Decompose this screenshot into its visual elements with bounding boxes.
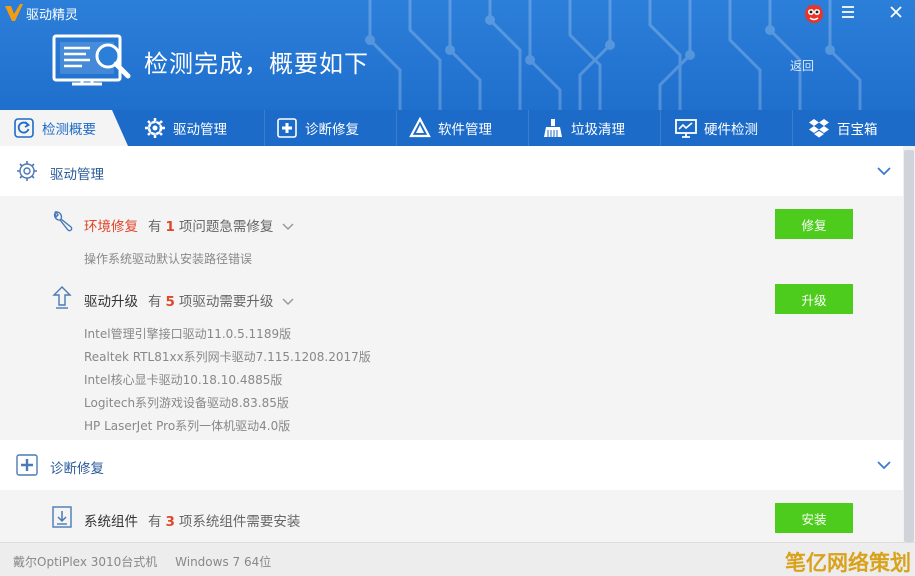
- env-repair-title: 环境修复有 1 项问题急需修复: [84, 215, 295, 235]
- count-prefix: 有: [148, 219, 162, 235]
- page-headline: 检测完成，概要如下: [144, 50, 369, 78]
- upgrade-arrow-icon: [52, 286, 72, 309]
- refresh-icon: [14, 118, 34, 138]
- section-title: 诊断修复: [50, 461, 104, 477]
- list-item: HP LaserJet Pro系列一体机驱动4.0版: [84, 419, 291, 433]
- back-link[interactable]: 返回: [790, 57, 814, 74]
- tab-divider: [528, 110, 529, 146]
- tab-divider: [660, 110, 661, 146]
- tab-driver-management[interactable]: 驱动管理: [144, 110, 227, 146]
- list-item: Realtek RTL81xx系列网卡驱动7.115.1208.2017版: [84, 350, 371, 364]
- system-components-label: 系统组件: [84, 514, 138, 530]
- watermark: 笔亿网络策划: [785, 551, 911, 575]
- gear-icon: [17, 161, 37, 181]
- chevron-down-icon[interactable]: [876, 458, 892, 472]
- count-prefix: 有: [148, 514, 162, 530]
- tab-label: 软件管理: [438, 122, 492, 138]
- close-icon[interactable]: [886, 2, 906, 22]
- list-item: Intel核心显卡驱动10.18.10.4885版: [84, 373, 283, 387]
- tab-divider: [264, 110, 265, 146]
- chevron-down-icon[interactable]: [876, 164, 892, 178]
- tab-label: 诊断修复: [305, 122, 359, 138]
- title-bar: 驱动精灵: [0, 0, 915, 26]
- tab-label: 硬件检测: [704, 122, 758, 138]
- monitor-chart-icon: [675, 119, 697, 138]
- chevron-down-icon[interactable]: [281, 297, 295, 307]
- list-item: Intel管理引擎接口驱动11.0.5.1189版: [84, 327, 292, 341]
- tab-label: 检测概要: [42, 122, 96, 138]
- env-repair-label: 环境修复: [84, 219, 138, 235]
- broom-icon: [544, 119, 562, 137]
- tab-toolbox[interactable]: 百宝箱: [808, 110, 878, 146]
- driver-upgrade-title: 驱动升级有 5 项驱动需要升级: [84, 290, 295, 310]
- tab-overview[interactable]: 检测概要: [0, 110, 128, 146]
- tab-label: 驱动管理: [173, 122, 227, 138]
- content-area: 驱动管理 环境修复有 1 项问题急需修复 操作系统驱动默认安装路径错误 修复 驱动升…: [0, 146, 903, 542]
- system-info: 戴尔OptiPlex 3010台式机 Windows 7 64位: [13, 553, 271, 570]
- header-banner: 驱动精灵 检测完成，概要如下 返回: [0, 0, 915, 110]
- status-bar: 戴尔OptiPlex 3010台式机 Windows 7 64位 笔亿网络策划: [0, 542, 915, 576]
- section-title: 驱动管理: [50, 167, 104, 183]
- menu-icon[interactable]: [838, 2, 858, 22]
- upgrade-count: 5: [165, 294, 175, 310]
- tab-divider: [792, 110, 793, 146]
- env-repair-detail: 操作系统驱动默认安装路径错误: [84, 252, 253, 266]
- medical-cross-icon: [277, 118, 297, 138]
- tab-hardware-detection[interactable]: 硬件检测: [675, 110, 758, 146]
- scrollbar[interactable]: [903, 146, 915, 542]
- count-prefix: 有: [148, 294, 162, 310]
- app-logo-icon: [5, 4, 23, 21]
- issue-count: 1: [165, 219, 175, 235]
- medical-cross-icon: [16, 454, 38, 476]
- component-count: 3: [165, 514, 175, 530]
- install-button[interactable]: 安装: [775, 503, 853, 533]
- driver-upgrade-label: 驱动升级: [84, 294, 138, 310]
- system-components-title: 系统组件有 3 项系统组件需要安装: [84, 510, 300, 530]
- repair-button[interactable]: 修复: [775, 209, 853, 239]
- tab-software-management[interactable]: 软件管理: [409, 110, 492, 146]
- scrollbar-thumb[interactable]: [904, 150, 914, 542]
- tab-divider: [396, 110, 397, 146]
- monitor-search-icon: [52, 34, 131, 86]
- dropbox-icon: [809, 119, 829, 138]
- gear-icon: [145, 118, 165, 138]
- section-header-driver-management[interactable]: 驱动管理: [0, 146, 903, 196]
- chevron-down-icon[interactable]: [281, 222, 295, 232]
- app-title: 驱动精灵: [26, 8, 79, 23]
- upgrade-button[interactable]: 升级: [775, 284, 853, 314]
- wrench-icon: [53, 210, 73, 232]
- tab-bar: 检测概要 驱动管理 诊断修复 软件管理 垃圾清理 硬件检测 百宝箱: [0, 110, 915, 146]
- machine-model: 戴尔OptiPlex 3010台式机: [13, 555, 158, 569]
- tab-label: 垃圾清理: [571, 122, 625, 138]
- os-version: Windows 7 64位: [175, 555, 272, 569]
- triangle-logo-icon: [409, 117, 431, 138]
- count-suffix: 项问题急需修复: [178, 219, 274, 235]
- tab-label: 百宝箱: [837, 122, 878, 138]
- section-header-diagnose-repair[interactable]: 诊断修复: [0, 440, 903, 490]
- mascot-icon[interactable]: [803, 1, 825, 25]
- list-item: Logitech系列游戏设备驱动8.83.85版: [84, 396, 289, 410]
- count-suffix: 项驱动需要升级: [178, 294, 274, 310]
- tab-junk-cleanup[interactable]: 垃圾清理: [542, 110, 625, 146]
- tab-diagnose-repair[interactable]: 诊断修复: [276, 110, 359, 146]
- install-package-icon: [52, 506, 72, 528]
- count-suffix: 项系统组件需要安装: [178, 514, 301, 530]
